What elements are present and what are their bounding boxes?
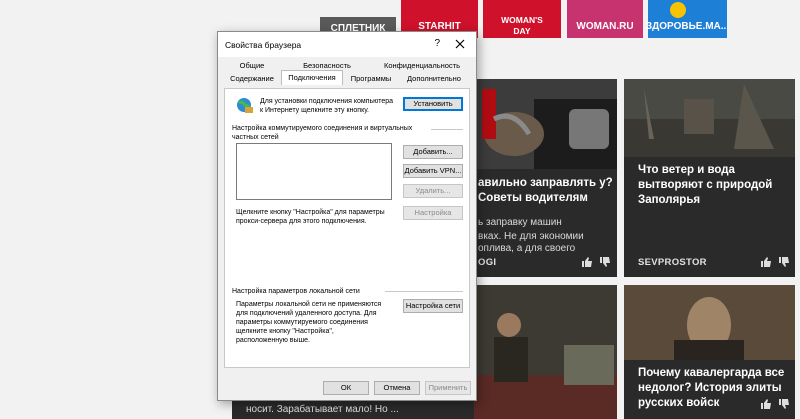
movie-photo [474, 285, 617, 419]
tile-label: ЗДОРОВЬЕ.МА... [645, 20, 730, 32]
smiley-icon [670, 2, 686, 18]
card-source[interactable]: SEVPROSTOR [638, 257, 707, 268]
tab-general[interactable]: Общие [223, 59, 281, 71]
dialup-header-line: частных сетей [232, 134, 279, 141]
lan-text-line: для подключений удаленного доступа. Для [236, 310, 377, 317]
tab-content[interactable]: Содержание [223, 72, 281, 84]
tab-connections[interactable]: Подключения [281, 70, 343, 85]
thumbs-down-icon[interactable] [778, 256, 790, 268]
setup-text-line: к Интернету щелкните эту кнопку. [260, 107, 369, 114]
setup-text-line: Для установки подключения компьютера [260, 98, 394, 105]
tile-label: STARHIT [418, 20, 461, 32]
tab-privacy[interactable]: Конфиденциальность [373, 59, 471, 71]
help-button[interactable]: ? [434, 38, 440, 49]
card-source[interactable]: OGI [478, 257, 496, 268]
add-vpn-button[interactable]: Добавить VPN... [403, 164, 463, 178]
add-button[interactable]: Добавить... [403, 145, 463, 159]
thumbs-down-icon[interactable] [778, 398, 790, 410]
card-title-line: недолог? История элиты [638, 382, 782, 394]
nature-photo [624, 79, 795, 157]
close-icon[interactable] [452, 36, 468, 52]
news-card-officer[interactable]: Почему кавалергарда все недолог? История… [624, 285, 795, 419]
dialup-header-line: Настройка коммутируемого соединения и ви… [232, 125, 413, 132]
cancel-button[interactable]: Отмена [374, 381, 420, 395]
card-desc-line: ь заправку машин [478, 217, 562, 228]
remove-button[interactable]: Удалить... [403, 184, 463, 198]
separator [431, 129, 463, 130]
card-actions [760, 256, 790, 268]
thumbs-up-icon[interactable] [760, 256, 772, 268]
officer-photo [624, 285, 795, 360]
tile-woman-ru[interactable]: WOMAN.RU [567, 0, 643, 38]
connections-listbox[interactable] [236, 143, 392, 200]
tile-label: WOMAN'S DAY [501, 15, 543, 36]
news-card-fuel[interactable]: авильно заправлять у? Советы водителям ь… [474, 79, 617, 277]
tab-advanced[interactable]: Дополнительно [399, 72, 469, 84]
settings-hint-line: прокси-сервера для этого подключения. [236, 218, 367, 225]
fuel-photo [474, 79, 617, 169]
card-title-line: Почему кавалергарда все [638, 367, 785, 379]
separator [385, 291, 463, 292]
tabs-row-1: Общие Безопасность Конфиденциальность [223, 59, 471, 71]
lan-text-line: параметры коммутируемого соединения [236, 319, 368, 326]
card-title-line: русских войск [638, 397, 720, 409]
setup-button[interactable]: Установить [403, 97, 463, 111]
tile-zdorovye[interactable]: ЗДОРОВЬЕ.МА... [645, 0, 730, 38]
thumbs-down-icon[interactable] [599, 256, 611, 268]
browser-properties-dialog: Свойства браузера ? Общие Безопасность К… [217, 31, 477, 401]
thumbs-up-icon[interactable] [760, 398, 772, 410]
tile-label: WOMAN.RU [576, 20, 634, 32]
bottom-card-text: носит. Зарабатывает мало! Но ... [246, 404, 399, 415]
tabs-row-2: Содержание Подключения Программы Дополни… [223, 70, 469, 85]
card-title: авильно заправлять у? Советы водителям [478, 177, 613, 204]
bottom-card-strip: носит. Зарабатывает мало! Но ... [232, 400, 474, 419]
lan-text-line: Параметры локальной сети не применяются [236, 301, 382, 308]
ok-button[interactable]: ОК [323, 381, 369, 395]
tile-womans-day[interactable]: WOMAN'S DAY [483, 0, 561, 38]
card-actions [760, 398, 790, 410]
apply-button[interactable]: Применить [425, 381, 471, 395]
dialog-title: Свойства браузера [225, 40, 302, 50]
news-card-movie[interactable] [474, 285, 617, 419]
card-actions [581, 256, 611, 268]
lan-header: Настройка параметров локальной сети [232, 288, 360, 295]
card-desc-line: оплива, а для своего [478, 243, 576, 254]
globe-network-icon [237, 98, 253, 113]
connections-panel: Для установки подключения компьютера к И… [224, 88, 470, 368]
lan-text-line: расположенную выше. [236, 337, 310, 344]
lan-settings-button[interactable]: Настройка сети [403, 299, 463, 313]
settings-hint-line: Щелкните кнопку "Настройка" для параметр… [236, 209, 385, 216]
news-card-nature[interactable]: Что ветер и вода вытворяют с природой За… [624, 79, 795, 277]
card-title: Что ветер и вода вытворяют с природой За… [638, 164, 773, 206]
settings-button[interactable]: Настройка [403, 206, 463, 220]
tab-programs[interactable]: Программы [343, 72, 399, 84]
lan-text-line: щелкните кнопку "Настройка", [236, 328, 334, 335]
dialog-titlebar[interactable]: Свойства браузера ? [218, 32, 476, 57]
thumbs-up-icon[interactable] [581, 256, 593, 268]
